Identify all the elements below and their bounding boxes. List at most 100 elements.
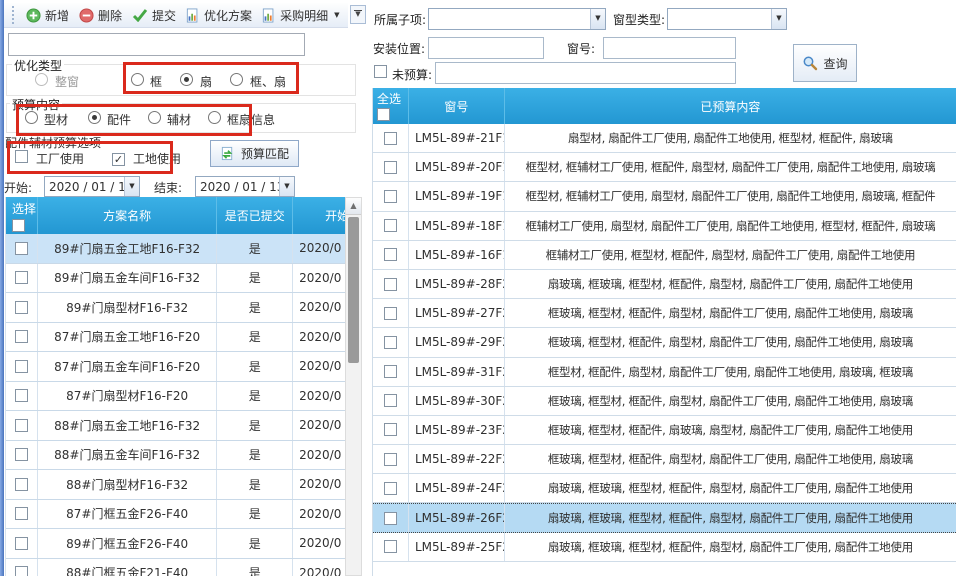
table-row[interactable]: 88#门框五金F21-F40是2020/0 bbox=[6, 559, 345, 576]
row-checkbox[interactable] bbox=[384, 453, 397, 466]
row-checkbox[interactable] bbox=[384, 512, 397, 525]
table-row[interactable]: 87#门扇型材F16-F20是2020/0 bbox=[6, 382, 345, 412]
radio-profile[interactable] bbox=[25, 111, 38, 124]
row-checkbox[interactable] bbox=[384, 132, 397, 145]
chevron-down-icon[interactable]: ▼ bbox=[771, 9, 786, 29]
chevron-down-icon[interactable]: ▼ bbox=[279, 177, 294, 196]
select-all-windows-checkbox[interactable] bbox=[377, 108, 390, 121]
table-row[interactable]: 88#门扇五金工地F16-F32是2020/0 bbox=[6, 411, 345, 441]
row-checkbox[interactable] bbox=[384, 394, 397, 407]
purchase-detail-button[interactable]: 采购明细 ▼ bbox=[257, 5, 344, 26]
table-row[interactable]: LM5L-89#-16F15框辅材工厂使用, 框型材, 框配件, 扇型材, 扇配… bbox=[373, 241, 956, 270]
add-button[interactable]: 新增 bbox=[21, 5, 74, 26]
start-date-picker[interactable]: 2020 / 01 / 1 ▼ bbox=[44, 176, 140, 197]
window-type-select[interactable]: ▼ bbox=[667, 8, 787, 30]
plan-name-column-header[interactable]: 方案名称 bbox=[38, 197, 217, 234]
optimize-plan-button[interactable]: 优化方案 bbox=[181, 5, 257, 26]
no-budget-input[interactable] bbox=[435, 62, 736, 84]
row-checkbox[interactable] bbox=[384, 423, 397, 436]
chevron-down-icon[interactable]: ▼ bbox=[124, 177, 139, 196]
radio-whole-window[interactable] bbox=[35, 73, 48, 86]
table-row[interactable]: 87#门框五金F26-F40是2020/0 bbox=[6, 500, 345, 530]
site-use-checkbox[interactable] bbox=[112, 153, 125, 166]
row-checkbox[interactable] bbox=[15, 301, 28, 314]
row-checkbox[interactable] bbox=[15, 419, 28, 432]
table-row[interactable]: LM5L-89#-19F17框型材, 框辅材工厂使用, 扇型材, 扇配件工厂使用… bbox=[373, 182, 956, 211]
row-checkbox[interactable] bbox=[384, 278, 397, 291]
window-no-cell: LM5L-89#-26F24 bbox=[409, 504, 505, 531]
budgeted-content-column-header[interactable]: 已预算内容 bbox=[505, 88, 956, 124]
table-row[interactable]: LM5L-89#-31F29框型材, 框配件, 扇型材, 扇配件工厂使用, 扇配… bbox=[373, 358, 956, 387]
table-row[interactable]: 87#门扇五金工地F16-F20是2020/0 bbox=[6, 323, 345, 353]
row-checkbox[interactable] bbox=[15, 448, 28, 461]
row-select-cell bbox=[373, 474, 409, 502]
install-position-input[interactable] bbox=[428, 37, 544, 59]
scrollbar-thumb[interactable] bbox=[348, 217, 359, 363]
table-row[interactable]: LM5L-89#-29F27框玻璃, 框型材, 框配件, 扇型材, 扇配件工厂使… bbox=[373, 328, 956, 357]
radio-frame[interactable] bbox=[131, 73, 144, 86]
factory-use-checkbox[interactable] bbox=[15, 150, 28, 163]
table-row[interactable]: 89#门扇五金车间F16-F32是2020/0 bbox=[6, 264, 345, 294]
start-date-cell: 2020/0 bbox=[293, 382, 345, 411]
radio-frame-sash-info[interactable] bbox=[208, 111, 221, 124]
chevron-down-icon[interactable]: ▼ bbox=[590, 9, 605, 29]
budget-match-button[interactable]: 预算匹配 bbox=[210, 140, 299, 167]
table-row[interactable]: 89#门扇五金工地F16-F32是2020/0 bbox=[6, 234, 345, 264]
end-date-picker[interactable]: 2020 / 01 / 13 ▼ bbox=[195, 176, 295, 197]
submit-button[interactable]: 提交 bbox=[127, 5, 181, 26]
row-checkbox[interactable] bbox=[384, 307, 397, 320]
table-row[interactable]: 88#门扇型材F16-F32是2020/0 bbox=[6, 470, 345, 500]
scroll-up-icon[interactable]: ▲ bbox=[346, 198, 361, 215]
no-budget-checkbox[interactable] bbox=[374, 65, 387, 78]
delete-button[interactable]: 删除 bbox=[74, 5, 127, 26]
table-row[interactable]: 88#门扇五金车间F16-F32是2020/0 bbox=[6, 441, 345, 471]
row-checkbox[interactable] bbox=[384, 365, 397, 378]
row-checkbox[interactable] bbox=[384, 219, 397, 232]
row-checkbox[interactable] bbox=[15, 566, 28, 576]
table-row[interactable]: LM5L-89#-30F28框玻璃, 框型材, 框配件, 扇型材, 扇配件工厂使… bbox=[373, 387, 956, 416]
table-row[interactable]: 87#门扇五金车间F16-F20是2020/0 bbox=[6, 352, 345, 382]
window-no-column-header[interactable]: 窗号 bbox=[409, 88, 505, 124]
row-checkbox[interactable] bbox=[15, 330, 28, 343]
query-button[interactable]: 查询 bbox=[793, 44, 857, 82]
plan-filter-input[interactable] bbox=[8, 33, 305, 56]
submitted-column-header[interactable]: 是否已提交 bbox=[217, 197, 293, 234]
row-checkbox[interactable] bbox=[384, 161, 397, 174]
row-checkbox[interactable] bbox=[384, 248, 397, 261]
start-date-cell: 2020/0 bbox=[293, 529, 345, 558]
table-row[interactable]: LM5L-89#-28F26扇玻璃, 框玻璃, 框型材, 框配件, 扇型材, 扇… bbox=[373, 270, 956, 299]
radio-auxiliary[interactable] bbox=[148, 111, 161, 124]
row-checkbox[interactable] bbox=[384, 190, 397, 203]
table-row[interactable]: 89#门扇型材F16-F32是2020/0 bbox=[6, 293, 345, 323]
table-row[interactable]: LM5L-89#-25F23扇玻璃, 框玻璃, 框型材, 框配件, 扇型材, 扇… bbox=[373, 533, 956, 562]
row-checkbox[interactable] bbox=[384, 482, 397, 495]
row-checkbox[interactable] bbox=[15, 537, 28, 550]
table-row[interactable]: LM5L-89#-22F20框玻璃, 框型材, 框配件, 扇型材, 扇配件工厂使… bbox=[373, 445, 956, 474]
row-checkbox[interactable] bbox=[15, 271, 28, 284]
toolbar-overflow-button[interactable]: ▼ bbox=[350, 5, 366, 24]
row-checkbox[interactable] bbox=[15, 478, 28, 491]
row-checkbox[interactable] bbox=[15, 242, 28, 255]
select-all-plans-checkbox[interactable] bbox=[12, 219, 25, 232]
table-row[interactable]: LM5L-89#-26F24扇玻璃, 框玻璃, 框型材, 框配件, 扇型材, 扇… bbox=[373, 503, 956, 532]
row-checkbox[interactable] bbox=[384, 540, 397, 553]
table-row[interactable]: LM5L-89#-24F22扇玻璃, 框玻璃, 框型材, 框配件, 扇型材, 扇… bbox=[373, 474, 956, 503]
row-checkbox[interactable] bbox=[15, 360, 28, 373]
table-row[interactable]: LM5L-89#-21F19扇型材, 扇配件工厂使用, 扇配件工地使用, 框型材… bbox=[373, 124, 956, 153]
plan-table-scrollbar[interactable]: ▲ bbox=[345, 197, 362, 576]
table-row[interactable]: 89#门框五金F26-F40是2020/0 bbox=[6, 529, 345, 559]
window-no-input[interactable] bbox=[603, 37, 736, 59]
table-row[interactable]: LM5L-89#-20F18框型材, 框辅材工厂使用, 框配件, 扇型材, 扇配… bbox=[373, 153, 956, 182]
radio-accessory[interactable] bbox=[88, 111, 101, 124]
table-row[interactable]: LM5L-89#-27F25框玻璃, 框型材, 框配件, 扇型材, 扇配件工厂使… bbox=[373, 299, 956, 328]
row-checkbox[interactable] bbox=[15, 507, 28, 520]
radio-frame-sash[interactable] bbox=[230, 73, 243, 86]
table-row[interactable]: LM5L-89#-18F16框辅材工厂使用, 扇型材, 扇配件工厂使用, 扇配件… bbox=[373, 212, 956, 241]
table-row[interactable]: LM5L-89#-23F21框玻璃, 框型材, 框配件, 扇玻璃, 扇型材, 扇… bbox=[373, 416, 956, 445]
radio-sash[interactable] bbox=[180, 73, 193, 86]
start-column-header[interactable]: 开始 bbox=[293, 197, 345, 234]
sub-item-select[interactable]: ▼ bbox=[428, 8, 606, 30]
row-checkbox[interactable] bbox=[15, 389, 28, 402]
row-checkbox[interactable] bbox=[384, 336, 397, 349]
toolbar-grip[interactable] bbox=[12, 6, 15, 24]
